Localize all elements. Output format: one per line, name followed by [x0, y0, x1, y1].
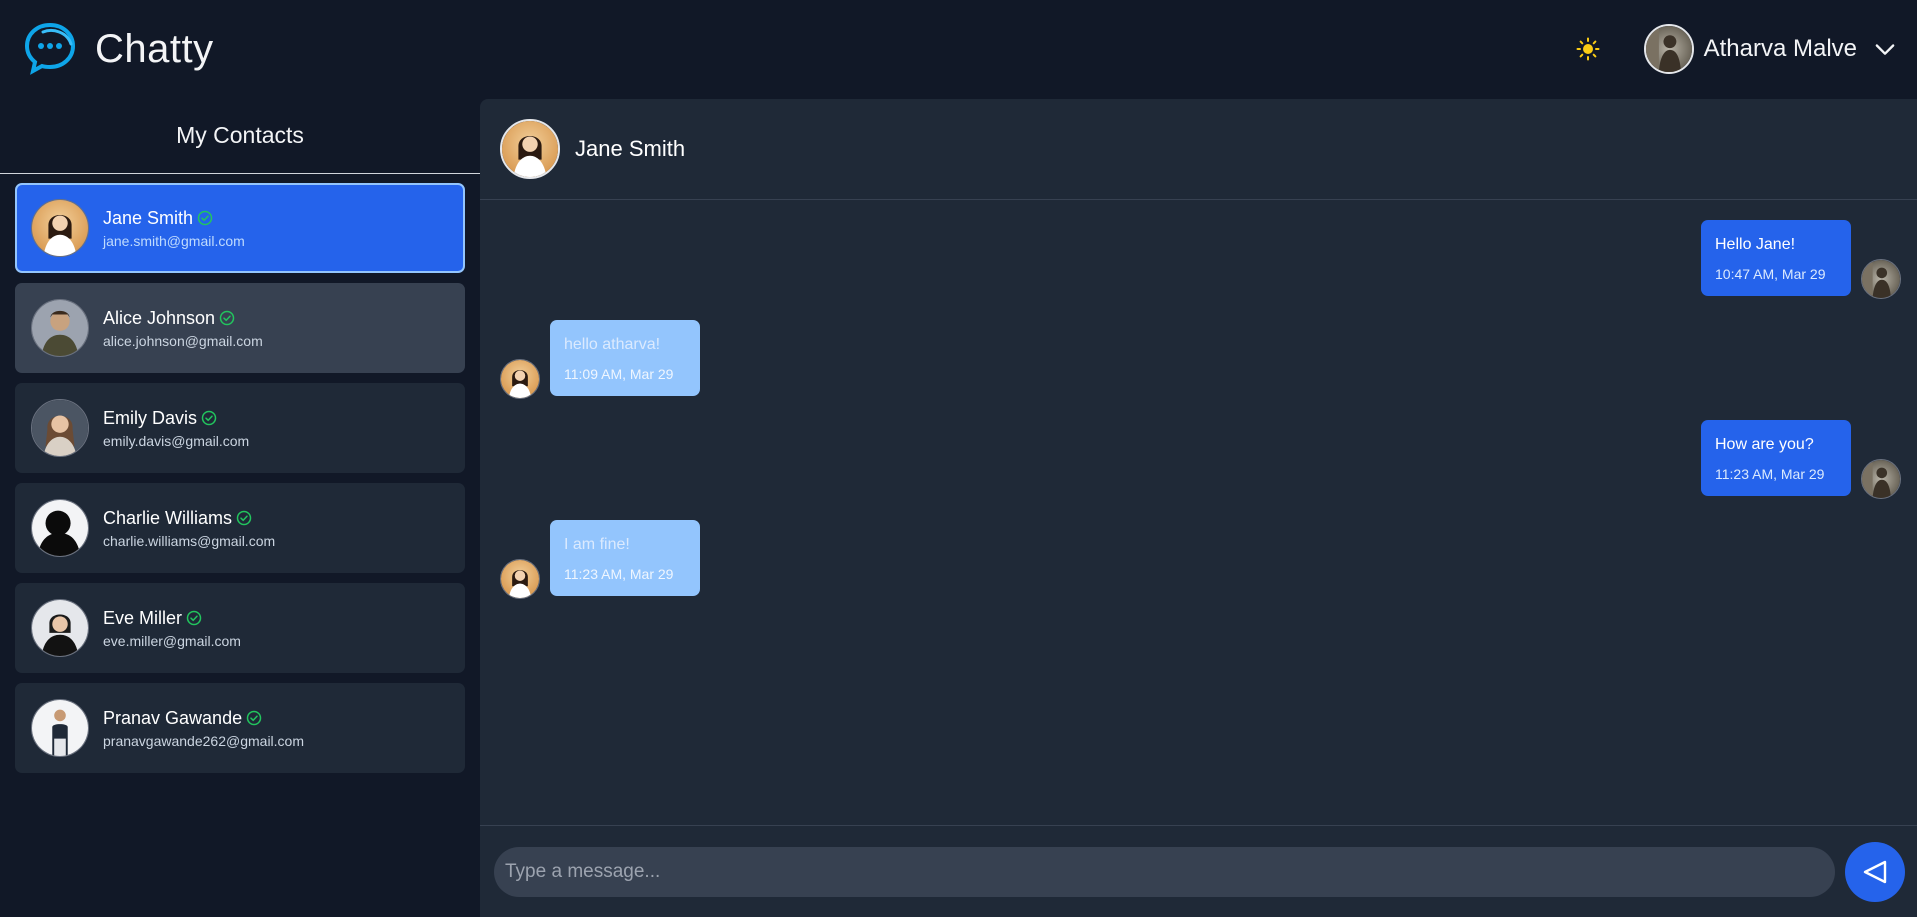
contact-avatar — [31, 199, 89, 257]
contact-item-pranav-gawande[interactable]: Pranav Gawande pranavgawande262@gmail.co… — [15, 683, 465, 773]
contact-item-emily-davis[interactable]: Emily Davis emily.davis@gmail.com — [15, 383, 465, 473]
contact-list: Jane Smith jane.smith@gmail.com Alice Jo… — [0, 174, 480, 773]
contact-name: Alice Johnson — [103, 307, 216, 328]
user-menu[interactable]: Atharva Malve — [1643, 24, 1899, 74]
online-check-icon — [246, 710, 262, 726]
chat-contact-avatar[interactable] — [500, 119, 560, 179]
online-check-icon — [236, 510, 252, 526]
online-check-icon — [201, 410, 217, 426]
message-bubble: I am fine! 11:23 AM, Mar 29 — [550, 520, 700, 596]
chat-logo-icon — [24, 22, 76, 75]
contact-name: Jane Smith — [103, 207, 194, 228]
contact-email: charlie.williams@gmail.com — [103, 532, 276, 549]
sender-avatar — [500, 359, 540, 399]
contact-email: emily.davis@gmail.com — [103, 432, 250, 449]
app-name: Chatty — [95, 26, 214, 71]
message-outgoing: Hello Jane! 10:47 AM, Mar 29 — [1701, 220, 1901, 299]
online-check-icon — [219, 310, 235, 326]
contact-avatar — [31, 399, 89, 457]
theme-toggle-button[interactable] — [1568, 29, 1608, 69]
contacts-sidebar: My Contacts Jane Smith jane.smith@gmail.… — [0, 98, 480, 917]
message-input[interactable] — [494, 846, 1835, 897]
user-avatar — [1643, 24, 1694, 74]
sender-avatar — [1861, 459, 1901, 499]
contact-email: jane.smith@gmail.com — [103, 232, 245, 249]
contact-info: Emily Davis emily.davis@gmail.com — [103, 408, 249, 449]
message-text: Hello Jane! — [1715, 236, 1796, 253]
contact-email: alice.johnson@gmail.com — [103, 332, 263, 349]
send-button[interactable] — [1845, 841, 1905, 902]
online-check-icon — [197, 210, 213, 226]
message-outgoing: How are you? 11:23 AM, Mar 29 — [1701, 420, 1901, 499]
message-text: How are you? — [1715, 436, 1814, 453]
message-text: I am fine! — [564, 536, 630, 553]
contact-email: pranavgawande262@gmail.com — [103, 732, 304, 749]
contact-info: Charlie Williams charlie.williams@gmail.… — [103, 508, 275, 549]
contact-info: Alice Johnson alice.johnson@gmail.com — [103, 308, 263, 349]
sun-icon — [1576, 37, 1600, 61]
chat-contact-name: Jane Smith — [575, 136, 686, 161]
contact-item-charlie-williams[interactable]: Charlie Williams charlie.williams@gmail.… — [15, 483, 465, 573]
message-list: Hello Jane! 10:47 AM, Mar 29 hello athar… — [480, 200, 1917, 700]
contact-name: Emily Davis — [103, 407, 198, 428]
message-time: 10:47 AM, Mar 29 — [1715, 266, 1826, 282]
contact-email: eve.miller@gmail.com — [103, 632, 241, 649]
message-bubble: hello atharva! 11:09 AM, Mar 29 — [550, 320, 700, 396]
chat-header: Jane Smith — [480, 99, 1917, 200]
message-composer — [480, 825, 1917, 917]
message-time: 11:23 AM, Mar 29 — [1715, 466, 1825, 482]
sender-avatar — [500, 559, 540, 599]
chat-panel: Jane Smith Hello Jane! 10:47 AM, Mar 29 — [480, 99, 1917, 917]
contact-name: Eve Miller — [103, 607, 183, 628]
message-text: hello atharva! — [564, 336, 661, 353]
contact-item-eve-miller[interactable]: Eve Miller eve.miller@gmail.com — [15, 583, 465, 673]
chevron-down-icon[interactable] — [1871, 35, 1899, 63]
sidebar-title: My Contacts — [0, 98, 480, 174]
message-bubble: Hello Jane! 10:47 AM, Mar 29 — [1701, 220, 1851, 296]
contact-item-jane-smith[interactable]: Jane Smith jane.smith@gmail.com — [15, 183, 465, 273]
brand[interactable]: Chatty — [19, 18, 214, 80]
contact-avatar — [31, 499, 89, 557]
message-time: 11:09 AM, Mar 29 — [564, 366, 674, 382]
message-bubble: How are you? 11:23 AM, Mar 29 — [1701, 420, 1851, 496]
message-incoming: I am fine! 11:23 AM, Mar 29 — [500, 520, 700, 599]
contact-name: Pranav Gawande — [103, 707, 243, 728]
online-check-icon — [186, 610, 202, 626]
contact-avatar — [31, 299, 89, 357]
sender-avatar — [1861, 259, 1901, 299]
app-header: Chatty Atharva Malve — [0, 0, 1917, 98]
message-time: 11:23 AM, Mar 29 — [564, 566, 674, 582]
contact-avatar — [31, 599, 89, 657]
message-incoming: hello atharva! 11:09 AM, Mar 29 — [500, 320, 700, 399]
contact-info: Eve Miller eve.miller@gmail.com — [103, 608, 241, 649]
send-icon — [1863, 860, 1887, 883]
contact-info: Pranav Gawande pranavgawande262@gmail.co… — [103, 708, 304, 749]
header-actions: Atharva Malve — [1568, 24, 1899, 74]
contact-name: Charlie Williams — [103, 507, 233, 528]
contact-info: Jane Smith jane.smith@gmail.com — [103, 208, 245, 249]
user-name: Atharva Malve — [1703, 35, 1857, 62]
contact-avatar — [31, 699, 89, 757]
contact-item-alice-johnson[interactable]: Alice Johnson alice.johnson@gmail.com — [15, 283, 465, 373]
